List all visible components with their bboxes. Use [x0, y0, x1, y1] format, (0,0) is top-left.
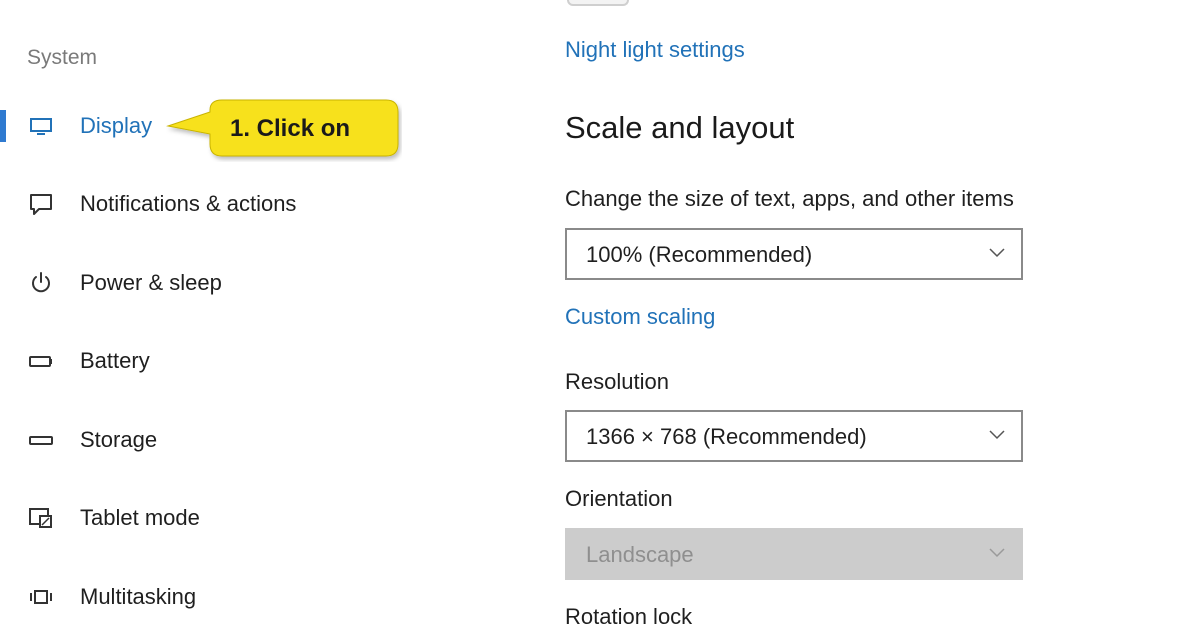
sidebar-section-label: System	[27, 46, 98, 69]
tablet-mode-icon	[28, 506, 54, 530]
night-light-settings-link[interactable]: Night light settings	[565, 37, 745, 63]
toggle-switch[interactable]	[567, 0, 629, 6]
active-indicator	[0, 110, 6, 142]
sidebar-item-label: Storage	[80, 427, 158, 452]
monitor-icon	[28, 114, 54, 138]
scale-dropdown-value: 100% (Recommended)	[586, 242, 813, 267]
custom-scaling-link[interactable]: Custom scaling	[565, 304, 715, 330]
resolution-label: Resolution	[565, 369, 669, 394]
chevron-down-icon	[989, 430, 1005, 440]
sidebar-item-label: Notifications & actions	[80, 191, 297, 216]
notification-icon	[28, 192, 54, 216]
display-settings-pane: Night light settings Scale and layout Ch…	[565, 0, 1165, 628]
settings-window: System Display Notifications & actions P…	[0, 0, 1196, 628]
rotation-lock-label: Rotation lock	[565, 604, 693, 628]
callout-annotation: 1. Click on	[166, 98, 402, 162]
callout-text: 1. Click on	[230, 115, 351, 142]
sidebar-item-label: Battery	[80, 348, 150, 373]
sidebar-item-multitasking[interactable]: Multitasking	[0, 573, 460, 621]
sidebar-item-tablet-mode[interactable]: Tablet mode	[0, 494, 460, 542]
sidebar-item-label: Multitasking	[80, 584, 197, 609]
sidebar-item-notifications[interactable]: Notifications & actions	[0, 180, 460, 228]
sidebar-item-power-sleep[interactable]: Power & sleep	[0, 259, 460, 307]
sidebar-item-label: Power & sleep	[80, 270, 222, 295]
sidebar-item-storage[interactable]: Storage	[0, 416, 460, 464]
orientation-label: Orientation	[565, 486, 673, 511]
sidebar-item-label: Tablet mode	[80, 505, 200, 530]
resolution-dropdown-value: 1366 × 768 (Recommended)	[586, 424, 867, 449]
scale-label: Change the size of text, apps, and other…	[565, 186, 1014, 211]
sidebar-item-battery[interactable]: Battery	[0, 337, 460, 385]
orientation-dropdown-value: Landscape	[586, 542, 694, 567]
multitasking-icon	[28, 585, 54, 609]
chevron-down-icon	[989, 248, 1005, 258]
chevron-down-icon	[989, 548, 1005, 558]
storage-icon	[28, 428, 54, 452]
battery-icon	[28, 349, 54, 373]
section-heading: Scale and layout	[565, 110, 795, 145]
resolution-dropdown[interactable]: 1366 × 768 (Recommended)	[565, 410, 1023, 462]
orientation-dropdown: Landscape	[565, 528, 1023, 580]
scale-dropdown[interactable]: 100% (Recommended)	[565, 228, 1023, 280]
power-icon	[28, 271, 54, 295]
sidebar-item-label: Display	[80, 113, 153, 138]
sidebar: System Display Notifications & actions P…	[0, 0, 470, 628]
